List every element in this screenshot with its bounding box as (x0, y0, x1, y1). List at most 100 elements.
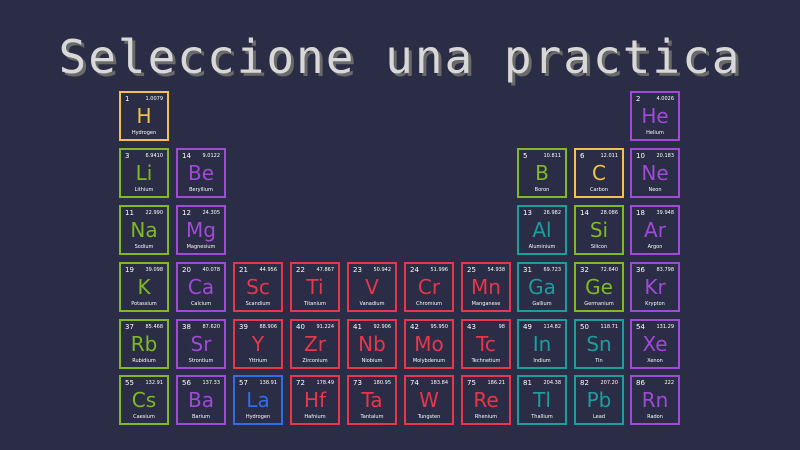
atomic-number: 23 (353, 266, 362, 274)
atomic-mass: 1.0079 (145, 96, 164, 102)
element-tile-xe[interactable]: 54 131.29 Xe Xenon (630, 319, 680, 369)
element-symbol: Be (187, 161, 215, 185)
element-tile-kr[interactable]: 36 83.798 Kr Krypton (630, 262, 680, 312)
element-symbol: Tl (533, 388, 551, 412)
element-tile-v[interactable]: 23 50.942 V Vanadium (347, 262, 397, 312)
element-tile-sr[interactable]: 38 87.620 Sr Strontium (176, 319, 226, 369)
atomic-mass: 207.20 (600, 380, 619, 386)
element-symbol: Pb (586, 388, 612, 412)
atomic-mass: 95.950 (430, 324, 449, 330)
atomic-mass: 88.906 (259, 324, 278, 330)
element-name: Niobium (361, 358, 383, 364)
element-tile-c[interactable]: 6 12.011 C Carbon (574, 148, 624, 198)
element-tile-na[interactable]: 11 22.990 Na Sodium (119, 205, 169, 255)
element-tile-h[interactable]: 1 1.0079 H Hydrogen (119, 91, 169, 141)
element-tile-ti[interactable]: 22 47.867 Ti Titanium (290, 262, 340, 312)
element-tile-tl[interactable]: 81 204.38 Tl Thallium (517, 375, 567, 425)
element-tile-y[interactable]: 39 88.906 Y Yttrium (233, 319, 283, 369)
element-symbol: Sc (246, 275, 270, 299)
atomic-number: 43 (467, 323, 476, 331)
element-symbol: Cs (131, 388, 157, 412)
atomic-number: 49 (523, 323, 532, 331)
element-symbol: Kr (644, 275, 666, 299)
element-tile-cs[interactable]: 55 132.91 Cs Caesium (119, 375, 169, 425)
element-tile-ta[interactable]: 73 180.95 Ta Tantalum (347, 375, 397, 425)
element-symbol: C (592, 161, 606, 185)
element-tile-rb[interactable]: 37 85.468 Rb Rubidium (119, 319, 169, 369)
element-tile-mn[interactable]: 25 54.938 Mn Manganese (461, 262, 511, 312)
element-tile-b[interactable]: 5 10.811 B Boron (517, 148, 567, 198)
atomic-number: 20 (182, 266, 191, 274)
atomic-mass: 50.942 (373, 267, 392, 273)
element-tile-re[interactable]: 75 186.21 Re Rhenium (461, 375, 511, 425)
element-tile-mg[interactable]: 12 24.305 Mg Magnesium (176, 205, 226, 255)
element-tile-ar[interactable]: 18 39.948 Ar Argon (630, 205, 680, 255)
element-tile-sc[interactable]: 21 44.956 Sc Scandium (233, 262, 283, 312)
element-name: Yttrium (248, 358, 268, 364)
element-name: Argon (647, 244, 663, 250)
element-tile-hf[interactable]: 72 178.49 Hf Hafnium (290, 375, 340, 425)
atomic-number: 5 (523, 152, 528, 160)
element-name: Gallium (532, 301, 552, 307)
element-name: Neon (648, 187, 662, 193)
element-tile-cr[interactable]: 24 51.996 Cr Chromium (404, 262, 454, 312)
element-symbol: Al (532, 218, 552, 242)
atomic-mass: 44.956 (259, 267, 278, 273)
element-name: Tantalum (360, 414, 384, 420)
element-name: Thallium (531, 414, 553, 420)
element-tile-be[interactable]: 14 9.0122 Be Beryllium (176, 148, 226, 198)
element-tile-k[interactable]: 19 39.098 K Potassium (119, 262, 169, 312)
element-tile-ca[interactable]: 20 40.078 Ca Calcium (176, 262, 226, 312)
element-name: Indium (533, 358, 551, 364)
element-symbol: Sn (586, 332, 612, 356)
element-tile-ge[interactable]: 32 72.640 Ge Germanium (574, 262, 624, 312)
atomic-number: 1 (125, 95, 130, 103)
element-tile-li[interactable]: 3 6.9410 Li Lithium (119, 148, 169, 198)
element-tile-la[interactable]: 57 138.91 La Hydrogen (233, 375, 283, 425)
element-tile-in[interactable]: 49 114.82 In Indium (517, 319, 567, 369)
atomic-mass: 178.49 (316, 380, 335, 386)
atomic-mass: 39.948 (656, 210, 675, 216)
element-name: Calcium (190, 301, 212, 307)
element-tile-zr[interactable]: 40 91.224 Zr Zirconium (290, 319, 340, 369)
atomic-number: 86 (636, 379, 645, 387)
element-tile-al[interactable]: 13 26.982 Al Aluminium (517, 205, 567, 255)
element-name: Hydrogen (131, 130, 157, 136)
element-tile-ne[interactable]: 10 20.183 Ne Neon (630, 148, 680, 198)
element-name: Potassium (131, 301, 157, 307)
element-tile-he[interactable]: 2 4.0026 He Helium (630, 91, 680, 141)
atomic-mass: 92.906 (373, 324, 392, 330)
element-tile-rn[interactable]: 86 222 Rn Radon (630, 375, 680, 425)
element-name: Magnesium (186, 244, 216, 250)
element-tile-w[interactable]: 74 183.84 W Tungsten (404, 375, 454, 425)
element-tile-si[interactable]: 14 28.086 Si Silicon (574, 205, 624, 255)
atomic-mass: 131.29 (656, 324, 675, 330)
atomic-number: 73 (353, 379, 362, 387)
element-name: Vanadium (359, 301, 385, 307)
atomic-mass: 28.086 (600, 210, 619, 216)
element-tile-mo[interactable]: 42 95.950 Mo Molybdenum (404, 319, 454, 369)
atomic-number: 42 (410, 323, 419, 331)
element-symbol: Tc (476, 332, 496, 356)
atomic-number: 75 (467, 379, 476, 387)
element-tile-ga[interactable]: 31 69.723 Ga Gallium (517, 262, 567, 312)
element-name: Technetium (471, 358, 501, 364)
atomic-number: 57 (239, 379, 248, 387)
atomic-mass: 54.938 (487, 267, 506, 273)
element-tile-pb[interactable]: 82 207.20 Pb Lead (574, 375, 624, 425)
atomic-number: 56 (182, 379, 191, 387)
atomic-mass: 47.867 (316, 267, 335, 273)
element-symbol: Ca (187, 275, 215, 299)
atomic-mass: 180.95 (373, 380, 392, 386)
atomic-number: 13 (523, 209, 532, 217)
atomic-number: 55 (125, 379, 134, 387)
element-tile-nb[interactable]: 41 92.906 Nb Niobium (347, 319, 397, 369)
element-symbol: Y (251, 332, 265, 356)
element-name: Scandium (245, 301, 271, 307)
element-tile-tc[interactable]: 43 98 Tc Technetium (461, 319, 511, 369)
element-tile-ba[interactable]: 56 137.33 Ba Barium (176, 375, 226, 425)
atomic-number: 14 (580, 209, 589, 217)
element-symbol: Mo (414, 332, 444, 356)
element-tile-sn[interactable]: 50 118.71 Sn Tin (574, 319, 624, 369)
atomic-mass: 114.82 (543, 324, 562, 330)
